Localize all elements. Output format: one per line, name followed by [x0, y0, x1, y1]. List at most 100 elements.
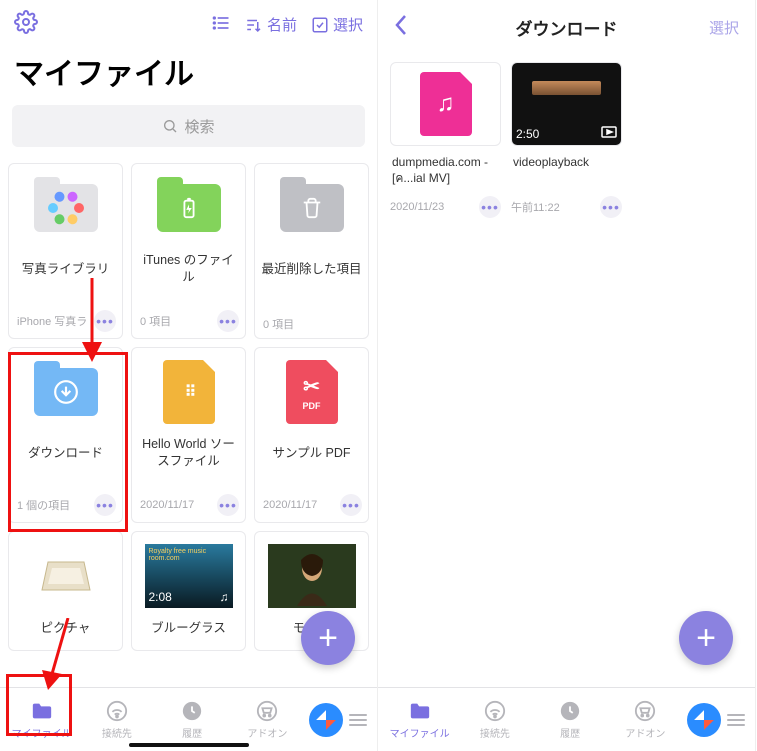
image-thumbnail — [268, 544, 356, 608]
video-thumbnail: 2:50 — [512, 63, 621, 145]
chevron-left-icon — [394, 14, 408, 36]
topbar: 名前 選択 — [0, 0, 377, 43]
item-label: ブルーグラス — [132, 620, 245, 637]
tab-history[interactable]: 履歴 — [533, 700, 608, 740]
zip-file-icon: ⠿ — [163, 360, 215, 424]
music-note-icon: ♫ — [220, 590, 229, 604]
sort-button[interactable]: 名前 — [245, 14, 297, 35]
item-label: サンプル PDF — [255, 436, 368, 470]
tab-my-files[interactable]: マイファイル — [382, 700, 457, 740]
search-input[interactable]: 検索 — [12, 105, 365, 147]
item-meta: 2020/11/17 — [140, 499, 194, 511]
view-list-icon[interactable] — [211, 13, 231, 37]
duration-badge: 2:50 — [516, 127, 539, 141]
more-button[interactable]: ••• — [479, 196, 501, 218]
tab-connections[interactable]: 接続先 — [457, 700, 532, 740]
page-title: ダウンロード — [444, 15, 689, 40]
file-picture[interactable]: ピクチャ — [8, 531, 123, 651]
clock-icon — [181, 700, 203, 722]
more-button[interactable]: ••• — [217, 310, 239, 332]
select-button[interactable]: 選択 — [311, 14, 363, 35]
tab-label: 履歴 — [560, 725, 580, 740]
battery-icon — [178, 194, 200, 222]
tab-addons[interactable]: アドオン — [608, 700, 683, 740]
more-button[interactable]: ••• — [94, 494, 116, 516]
more-button[interactable]: ••• — [217, 494, 239, 516]
more-button[interactable]: ••• — [94, 310, 116, 332]
folder-downloads[interactable]: ダウンロード 1 個の項目 ••• — [8, 347, 123, 523]
item-meta: 2020/11/23 — [390, 201, 444, 213]
folder-itunes[interactable]: iTunes のファイル 0 項目 ••• — [131, 163, 246, 339]
file-bluegrass[interactable]: Royalty free music room.com 2:08 ♫ ブルーグラ… — [131, 531, 246, 651]
item-meta: 午前11:22 — [511, 199, 560, 215]
item-label: videoplayback — [511, 146, 622, 190]
tab-history[interactable]: 履歴 — [155, 700, 230, 740]
cart-icon — [634, 700, 656, 722]
video-icon — [601, 126, 617, 141]
file-sample-pdf[interactable]: ✂PDF サンプル PDF 2020/11/17••• — [254, 347, 369, 523]
back-button[interactable] — [394, 14, 444, 40]
video-thumbnail: Royalty free music room.com 2:08 ♫ — [145, 544, 233, 608]
cart-icon — [256, 700, 278, 722]
tab-connections[interactable]: 接続先 — [79, 700, 154, 740]
clock-icon — [559, 700, 581, 722]
add-button[interactable]: + — [301, 611, 355, 665]
item-label: Hello World ソースファイル — [132, 436, 245, 470]
tab-bar: マイファイル 接続先 履歴 アドオン — [378, 687, 755, 751]
tab-label: アドオン — [247, 725, 287, 740]
tab-label: 接続先 — [480, 725, 510, 740]
item-label: 写真ライブラリ — [9, 252, 122, 286]
folder-photo-library[interactable]: 写真ライブラリ iPhone 写真ラ ••• — [8, 163, 123, 339]
tab-label: マイファイル — [390, 725, 450, 740]
item-meta: 0 項目 — [140, 313, 171, 329]
wifi-icon — [484, 700, 506, 722]
search-placeholder: 検索 — [184, 116, 214, 137]
item-meta: 2020/11/17 — [263, 499, 317, 511]
folder-icon — [157, 184, 221, 232]
tab-bar: マイファイル 接続先 履歴 アドオン — [0, 687, 377, 751]
browser-button[interactable] — [687, 703, 721, 737]
more-button[interactable]: ••• — [600, 196, 622, 218]
tab-label: 接続先 — [102, 725, 132, 740]
file-hello-world[interactable]: ⠿ Hello World ソースファイル 2020/11/17 ••• — [131, 347, 246, 523]
item-label: ダウンロード — [9, 436, 122, 470]
download-icon — [53, 379, 79, 405]
tab-label: マイファイル — [12, 725, 72, 740]
settings-icon[interactable] — [14, 10, 38, 39]
plus-icon: + — [696, 619, 716, 658]
more-button[interactable]: ••• — [340, 494, 362, 516]
screen-downloads: ダウンロード 選択 ♫ dumpmedia.com - [ค...ial MV]… — [378, 0, 756, 751]
item-label: ピクチャ — [9, 620, 122, 637]
image-thumbnail — [22, 544, 110, 608]
item-meta: 1 個の項目 — [17, 497, 70, 513]
item-label: 最近削除した項目 — [255, 252, 368, 286]
tab-addons[interactable]: アドオン — [230, 700, 305, 740]
screen-my-files: 名前 選択 マイファイル 検索 — [0, 0, 378, 751]
file-grid: ♫ dumpmedia.com - [ค...ial MV] 2020/11/2… — [378, 50, 755, 230]
duration-badge: 2:08 — [149, 590, 172, 604]
add-button[interactable]: + — [679, 611, 733, 665]
browser-button[interactable] — [309, 703, 343, 737]
file-videoplayback[interactable]: 2:50 videoplayback 午前11:22 ••• — [511, 62, 622, 218]
tab-my-files[interactable]: マイファイル — [4, 700, 79, 740]
page-title: マイファイル — [0, 43, 377, 105]
item-label: iTunes のファイル — [132, 252, 245, 286]
tab-label: アドオン — [625, 725, 665, 740]
folder-icon — [409, 700, 431, 722]
folder-icon — [280, 184, 344, 232]
sort-label: 名前 — [267, 14, 297, 35]
item-meta: iPhone 写真ラ — [17, 313, 87, 329]
wifi-icon — [106, 700, 128, 722]
folder-icon — [34, 184, 98, 232]
select-button[interactable]: 選択 — [689, 17, 739, 38]
plus-icon: + — [318, 619, 338, 658]
folder-icon — [34, 368, 98, 416]
home-indicator — [129, 743, 249, 747]
item-label: dumpmedia.com - [ค...ial MV] — [390, 146, 501, 190]
topbar: ダウンロード 選択 — [378, 0, 755, 50]
menu-icon[interactable] — [349, 714, 367, 726]
folder-recently-deleted[interactable]: 最近削除した項目 0 項目 — [254, 163, 369, 339]
photos-icon — [53, 195, 79, 221]
file-dumpmedia[interactable]: ♫ dumpmedia.com - [ค...ial MV] 2020/11/2… — [390, 62, 501, 218]
menu-icon[interactable] — [727, 714, 745, 726]
